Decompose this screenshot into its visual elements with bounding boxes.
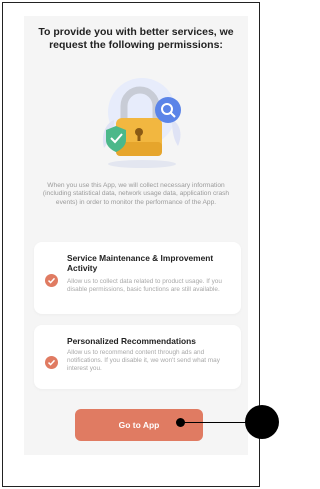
- permission-description: Allow us to collect data related to prod…: [67, 278, 222, 294]
- permission-title: Service Maintenance & Improvement Activi…: [67, 253, 214, 273]
- illustration-shadow: [108, 160, 176, 168]
- permission-description: Allow us to recommend content through ad…: [67, 349, 220, 373]
- collection-notice: When you use this App, we will collect n…: [42, 182, 230, 206]
- permission-title: Personalized Recommendations: [67, 336, 196, 346]
- permissions-dialog: To provide you with better services, we …: [24, 16, 248, 455]
- checkmark-icon[interactable]: [45, 356, 58, 369]
- tap-indicator-line: [184, 422, 248, 424]
- privacy-illustration: [94, 68, 188, 172]
- screen-frame: To provide you with better services, we …: [2, 2, 260, 487]
- dialog-title: To provide you with better services, we …: [38, 26, 234, 51]
- tap-indicator-marker: [245, 405, 279, 439]
- permission-item-service-maintenance[interactable]: Service Maintenance & Improvement Activi…: [34, 242, 241, 314]
- checkmark-icon[interactable]: [45, 274, 58, 287]
- magnifier-icon: [155, 97, 181, 123]
- permission-item-personalized-recommendations[interactable]: Personalized Recommendations Allow us to…: [34, 325, 241, 389]
